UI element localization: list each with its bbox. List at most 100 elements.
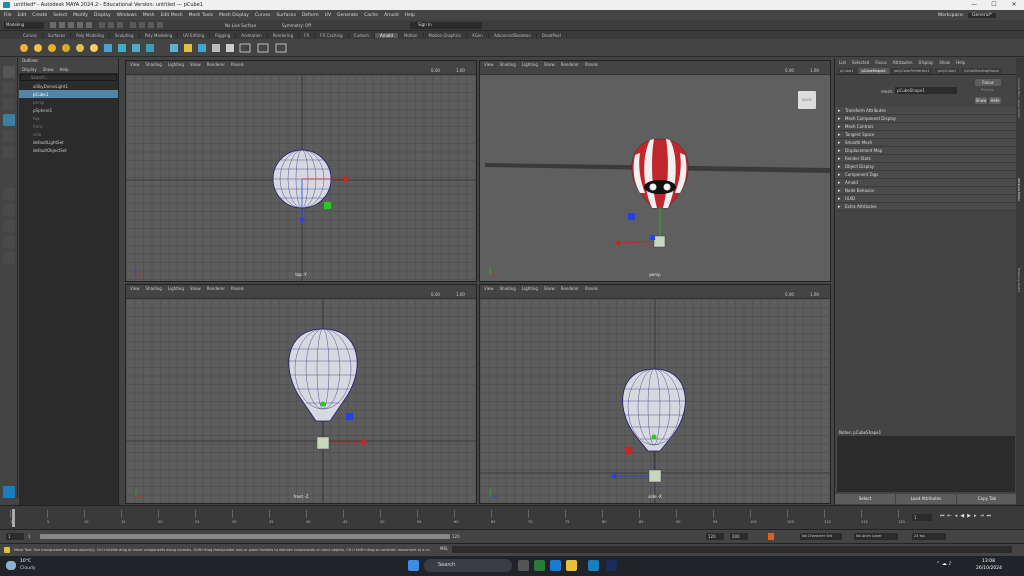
- show-button[interactable]: Show: [975, 97, 987, 104]
- viewport-side[interactable]: View Shading Lighting Show Renderer Pane…: [479, 284, 831, 504]
- snap-surface-icon[interactable]: [157, 22, 163, 28]
- viewport-menu-panels[interactable]: Panels: [585, 62, 598, 67]
- outliner-item[interactable]: front: [19, 122, 118, 130]
- ae-tab-initialshadinggroup[interactable]: initialShadingGroup: [961, 68, 1002, 74]
- select-object-icon[interactable]: [108, 22, 114, 28]
- outliner-item-selected[interactable]: pCube1: [19, 90, 118, 98]
- layout-icon[interactable]: [3, 236, 15, 248]
- skydome-light-icon[interactable]: [48, 44, 56, 52]
- ae-section[interactable]: Mesh Component Display: [835, 115, 1016, 123]
- viewport-menu-panels[interactable]: Panels: [231, 286, 244, 291]
- viewport-menu-lighting[interactable]: Lighting: [522, 286, 538, 291]
- shelf-tab-deadpool[interactable]: DeadPool: [537, 32, 567, 38]
- menu-surfaces[interactable]: Surfaces: [276, 13, 296, 18]
- clock-date[interactable]: 26/10/2024: [976, 566, 1002, 571]
- viewport-menu-lighting[interactable]: Lighting: [522, 62, 538, 67]
- ae-tab-pcubeshape1[interactable]: pCubeShape1: [858, 68, 889, 74]
- maya-taskbar-icon[interactable]: [588, 560, 599, 571]
- menu-curves[interactable]: Curves: [255, 13, 271, 18]
- gamma-field[interactable]: 1.00: [456, 68, 465, 73]
- open-scene-icon[interactable]: [59, 22, 65, 28]
- outliner-item[interactable]: persp: [19, 98, 118, 106]
- ae-section[interactable]: Extra Attributes: [835, 203, 1016, 211]
- play-back-icon[interactable]: ◀: [960, 513, 964, 519]
- new-scene-icon[interactable]: [50, 22, 56, 28]
- modeling-toolkit-tab[interactable]: Modeling Toolkit: [1017, 268, 1021, 292]
- current-time-marker[interactable]: [12, 509, 15, 527]
- weather-icon[interactable]: [6, 561, 16, 570]
- go-to-start-icon[interactable]: ⏮: [940, 513, 945, 519]
- ae-section[interactable]: Transform Attributes: [835, 107, 1016, 115]
- select-hierarchy-icon[interactable]: [99, 22, 105, 28]
- flush-cache-icon[interactable]: [170, 44, 178, 52]
- start-frame-field[interactable]: 1: [6, 533, 24, 540]
- menu-mesh-display[interactable]: Mesh Display: [219, 13, 249, 18]
- exposure-field[interactable]: 0.00: [431, 292, 440, 297]
- select-button[interactable]: Select: [835, 494, 895, 504]
- license-icon[interactable]: [212, 44, 220, 52]
- mesh-light-icon[interactable]: [76, 44, 84, 52]
- menu-deform[interactable]: Deform: [302, 13, 319, 18]
- shelf-tab-motion-graphics[interactable]: Motion Graphics: [424, 32, 467, 38]
- viewport-menu-renderer[interactable]: Renderer: [561, 62, 579, 67]
- viewport-menu-lighting[interactable]: Lighting: [168, 62, 184, 67]
- mesh-name-field[interactable]: pCubeShape1: [895, 87, 957, 94]
- ae-tab-polycube1[interactable]: polyCube1: [934, 68, 960, 74]
- view-cube[interactable]: BACK: [798, 91, 816, 109]
- shelf-tab-arnold[interactable]: Arnold: [374, 32, 399, 38]
- maximize-button[interactable]: ☐: [984, 0, 1004, 10]
- shelf-tab-poly-modeling-2[interactable]: Poly Modeling: [140, 32, 179, 38]
- scale-tool-icon[interactable]: [3, 146, 15, 158]
- menu-display[interactable]: Display: [94, 13, 111, 18]
- ipr-render-icon[interactable]: [34, 44, 42, 52]
- viewport-top[interactable]: View Shading Lighting Show Renderer Pane…: [125, 60, 477, 282]
- range-bar[interactable]: [40, 534, 450, 539]
- shelf-tab-fx-caching[interactable]: FX Caching: [315, 32, 349, 38]
- outliner-menu-help[interactable]: Help: [60, 67, 69, 72]
- minimize-button[interactable]: —: [964, 0, 984, 10]
- viewport-menu-lighting[interactable]: Lighting: [168, 286, 184, 291]
- fps-dropdown[interactable]: 24 fps: [912, 533, 946, 540]
- outliner-item[interactable]: side: [19, 130, 118, 138]
- rotate-tool-icon[interactable]: [3, 130, 15, 142]
- task-view-icon[interactable]: [518, 560, 529, 571]
- focus-button[interactable]: Focus: [975, 79, 1001, 86]
- workspace-dropdown[interactable]: General*: [968, 12, 996, 18]
- shelf-tab-poly-modeling[interactable]: Poly Modeling: [71, 32, 110, 38]
- go-to-end-icon[interactable]: ⏭: [987, 513, 992, 519]
- display-icon[interactable]: [275, 43, 287, 53]
- render-setup-icon[interactable]: [184, 44, 192, 52]
- lasso-tool-icon[interactable]: [3, 82, 15, 94]
- time-slider[interactable]: 1510152025303540455055606570758085909510…: [0, 505, 1024, 529]
- single-view-icon[interactable]: [3, 188, 15, 200]
- shelf-tab-custom[interactable]: Custom: [349, 32, 375, 38]
- undo-icon[interactable]: [77, 22, 83, 28]
- ae-section[interactable]: Component Tags: [835, 171, 1016, 179]
- shelf-tab-sculpting[interactable]: Sculpting: [110, 32, 140, 38]
- copy-tab-button[interactable]: Copy Tab: [957, 494, 1017, 504]
- ae-tab-pcube1[interactable]: pCube1: [837, 68, 857, 74]
- menu-modify[interactable]: Modify: [73, 13, 88, 18]
- light-manager-icon[interactable]: [198, 44, 206, 52]
- exposure-field[interactable]: 0.00: [431, 68, 440, 73]
- ae-section[interactable]: Object Display: [835, 163, 1016, 171]
- channel-box-tab[interactable]: Channel Box / Layer Editor: [1017, 78, 1021, 118]
- shelf-tab-motion[interactable]: Motion: [399, 32, 424, 38]
- ae-menu-display[interactable]: Display: [919, 60, 934, 65]
- viewport-menu-view[interactable]: View: [484, 62, 494, 67]
- current-frame-field[interactable]: 1: [912, 514, 932, 521]
- viewport-menu-view[interactable]: View: [130, 286, 140, 291]
- viewport-menu-shading[interactable]: Shading: [146, 286, 162, 291]
- menu-create[interactable]: Create: [32, 13, 47, 18]
- ae-menu-selected[interactable]: Selected: [852, 60, 869, 65]
- step-forward-icon[interactable]: ▸: [974, 513, 977, 519]
- shelf-tab-advancedskeleton[interactable]: AdvancedSkeleton: [489, 32, 537, 38]
- shelf-tab-xgen[interactable]: XGen: [467, 32, 489, 38]
- move-tool-icon[interactable]: [3, 114, 15, 126]
- photoshop-icon[interactable]: [606, 560, 617, 571]
- menu-uv[interactable]: UV: [325, 13, 331, 18]
- outliner-menu-show[interactable]: Show: [43, 67, 54, 72]
- outliner-item[interactable]: defaultObjectSet: [19, 146, 118, 154]
- chat-icon[interactable]: [534, 560, 545, 571]
- viewport-menu-view[interactable]: View: [130, 62, 140, 67]
